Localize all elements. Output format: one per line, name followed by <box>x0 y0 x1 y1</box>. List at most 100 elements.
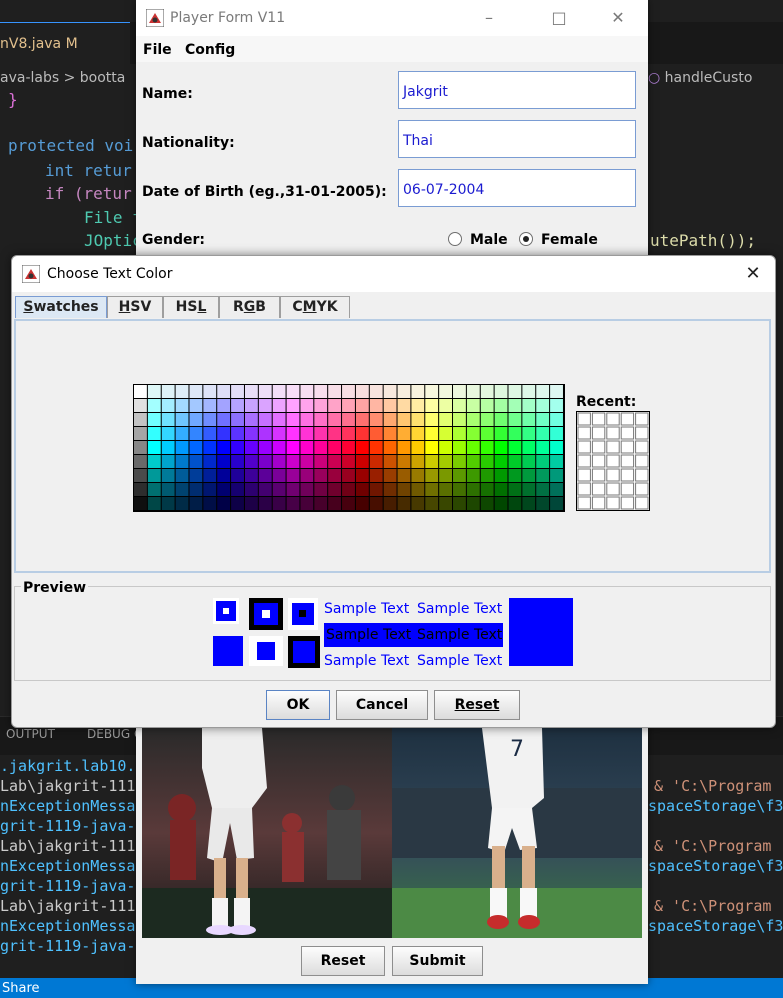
recent-swatch-cell[interactable] <box>606 468 620 482</box>
swatch-cell[interactable] <box>439 385 453 398</box>
recent-swatch-cell[interactable] <box>577 412 591 426</box>
swatch-cell[interactable] <box>453 413 466 426</box>
swatch-cell[interactable] <box>203 427 217 440</box>
swatch-cell[interactable] <box>369 497 383 510</box>
swatch-cell[interactable] <box>217 497 231 510</box>
recent-swatch-cell[interactable] <box>577 468 591 482</box>
swatch-cell[interactable] <box>231 441 244 454</box>
swatch-cell[interactable] <box>466 427 480 440</box>
swatch-cell[interactable] <box>453 469 466 482</box>
tab-cmyk[interactable]: CMYK <box>280 296 350 318</box>
swatch-cell[interactable] <box>300 469 314 482</box>
swatch-cell[interactable] <box>300 455 314 468</box>
swatch-cell[interactable] <box>175 441 189 454</box>
player-form-titlebar[interactable]: Player Form V11 – □ ✕ <box>136 0 648 36</box>
swatch-cell[interactable] <box>480 385 494 398</box>
gender-male-radio[interactable] <box>448 232 462 246</box>
swatch-cell[interactable] <box>411 385 425 398</box>
swatch-cell[interactable] <box>244 497 258 510</box>
swatch-cell[interactable] <box>508 441 522 454</box>
swatch-cell[interactable] <box>147 483 161 496</box>
swatch-cell[interactable] <box>508 483 522 496</box>
swatch-cell[interactable] <box>314 385 328 398</box>
swatch-cell[interactable] <box>286 497 300 510</box>
recent-swatch-cell[interactable] <box>635 426 649 440</box>
swatch-cell[interactable] <box>300 497 314 510</box>
swatch-cell[interactable] <box>300 427 314 440</box>
swatch-cell[interactable] <box>161 455 175 468</box>
swatch-cell[interactable] <box>244 469 258 482</box>
swatch-cell[interactable] <box>286 455 300 468</box>
swatch-cell[interactable] <box>425 497 439 510</box>
dialog-titlebar[interactable]: Choose Text Color ✕ <box>12 256 775 292</box>
recent-swatch-cell[interactable] <box>591 412 606 426</box>
swatch-cell[interactable] <box>147 427 161 440</box>
swatch-cell[interactable] <box>231 385 244 398</box>
swatch-cell[interactable] <box>272 441 286 454</box>
swatch-cell[interactable] <box>411 469 425 482</box>
nationality-field[interactable]: Thai <box>398 120 636 158</box>
swatch-cell[interactable] <box>272 427 286 440</box>
swatch-cell[interactable] <box>314 399 328 412</box>
swatch-cell[interactable] <box>411 441 425 454</box>
recent-swatch-cell[interactable] <box>620 426 635 440</box>
swatch-cell[interactable] <box>272 497 286 510</box>
swatch-cell[interactable] <box>203 441 217 454</box>
swatch-cell[interactable] <box>134 497 147 510</box>
swatch-cell[interactable] <box>189 455 203 468</box>
swatch-cell[interactable] <box>383 427 397 440</box>
swatch-cell[interactable] <box>231 399 244 412</box>
swatch-cell[interactable] <box>314 469 328 482</box>
swatch-cell[interactable] <box>314 413 328 426</box>
swatch-cell[interactable] <box>466 455 480 468</box>
swatch-cell[interactable] <box>217 385 231 398</box>
form-reset-button[interactable]: Reset <box>301 946 385 976</box>
recent-swatches[interactable] <box>576 411 650 511</box>
swatch-cell[interactable] <box>314 455 328 468</box>
swatch-cell[interactable] <box>272 385 286 398</box>
dob-field[interactable]: 06-07-2004 <box>398 169 636 207</box>
swatch-cell[interactable] <box>189 497 203 510</box>
swatch-cell[interactable] <box>522 483 536 496</box>
swatch-cell[interactable] <box>286 399 300 412</box>
swatch-cell[interactable] <box>314 427 328 440</box>
status-bar-text[interactable]: Share <box>2 981 40 996</box>
swatch-cell[interactable] <box>425 455 439 468</box>
swatch-cell[interactable] <box>439 497 453 510</box>
swatch-cell[interactable] <box>550 497 563 510</box>
panel-tab-output[interactable]: OUTPUT <box>6 727 55 741</box>
gender-male-label[interactable]: Male <box>470 232 508 248</box>
swatch-cell[interactable] <box>397 497 411 510</box>
swatch-cell[interactable] <box>217 483 231 496</box>
swatch-cell[interactable] <box>439 413 453 426</box>
swatch-cell[interactable] <box>314 497 328 510</box>
swatch-cell[interactable] <box>134 469 147 482</box>
swatch-cell[interactable] <box>466 469 480 482</box>
dialog-reset-button[interactable]: Reset <box>434 690 520 720</box>
recent-swatch-cell[interactable] <box>591 482 606 496</box>
swatch-cell[interactable] <box>286 413 300 426</box>
swatch-cell[interactable] <box>300 413 314 426</box>
swatch-cell[interactable] <box>550 483 563 496</box>
swatch-cell[interactable] <box>536 441 550 454</box>
swatch-cell[interactable] <box>536 497 550 510</box>
swatch-cell[interactable] <box>328 455 342 468</box>
swatch-cell[interactable] <box>453 483 466 496</box>
swatch-cell[interactable] <box>494 441 508 454</box>
recent-swatch-cell[interactable] <box>591 454 606 468</box>
swatch-cell[interactable] <box>355 399 369 412</box>
swatch-cell[interactable] <box>161 497 175 510</box>
recent-swatch-cell[interactable] <box>635 440 649 454</box>
swatch-cell[interactable] <box>383 469 397 482</box>
tab-swatches[interactable]: Swatches <box>15 296 107 318</box>
swatch-cell[interactable] <box>147 385 161 398</box>
swatch-cell[interactable] <box>272 483 286 496</box>
swatch-cell[interactable] <box>342 413 355 426</box>
swatch-cell[interactable] <box>286 385 300 398</box>
swatch-cell[interactable] <box>189 385 203 398</box>
swatch-cell[interactable] <box>328 441 342 454</box>
swatch-cell[interactable] <box>383 413 397 426</box>
menu-file[interactable]: File <box>143 42 172 58</box>
swatch-cell[interactable] <box>314 441 328 454</box>
name-field[interactable]: Jakgrit <box>398 71 636 109</box>
